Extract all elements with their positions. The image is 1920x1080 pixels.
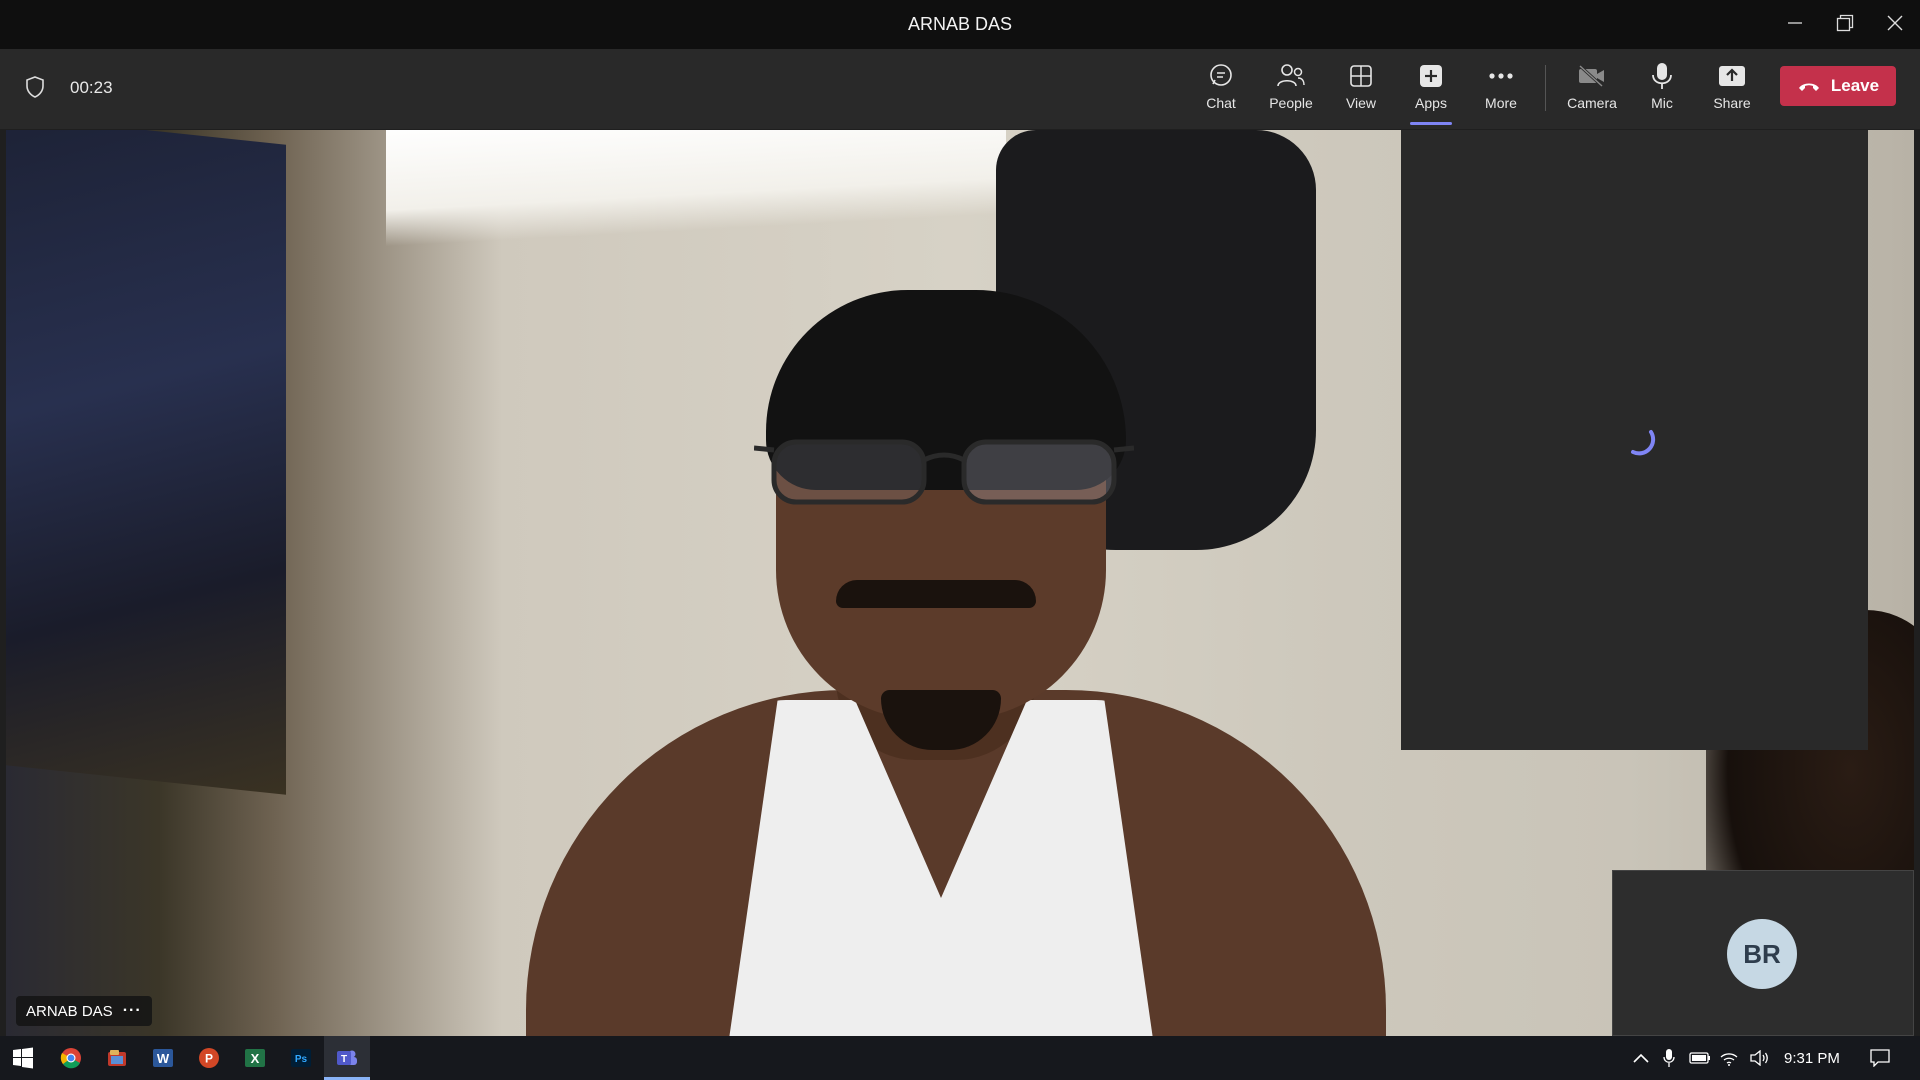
apps-plus-icon xyxy=(1420,65,1442,87)
minimize-button[interactable] xyxy=(1772,0,1818,46)
chrome-icon xyxy=(60,1048,81,1069)
taskbar-file-manager[interactable] xyxy=(94,1036,140,1080)
view-label: View xyxy=(1345,95,1377,111)
taskbar-chrome[interactable] xyxy=(48,1036,94,1080)
photoshop-icon: Ps xyxy=(291,1049,311,1067)
tray-wifi[interactable] xyxy=(1718,1036,1740,1080)
excel-icon: X xyxy=(245,1049,265,1067)
mic-label: Mic xyxy=(1651,95,1673,111)
tray-battery[interactable] xyxy=(1688,1036,1712,1080)
toolbar-divider xyxy=(1545,65,1546,111)
people-label: People xyxy=(1269,95,1313,111)
svg-text:T: T xyxy=(341,1054,347,1065)
file-manager-icon xyxy=(108,1050,126,1066)
apps-button[interactable]: Apps xyxy=(1398,61,1464,125)
tray-overflow-button[interactable] xyxy=(1630,1036,1652,1080)
share-button[interactable]: Share xyxy=(1699,61,1765,121)
teams-icon: T xyxy=(337,1050,357,1065)
chevron-up-icon xyxy=(1633,1053,1649,1063)
title-bar: ARNAB DAS xyxy=(0,0,1920,49)
start-button[interactable] xyxy=(0,1036,46,1080)
more-button[interactable]: More xyxy=(1468,61,1534,121)
participant-tile[interactable]: BR xyxy=(1612,870,1914,1036)
taskbar-teams[interactable]: T xyxy=(324,1036,370,1080)
tray-mic[interactable] xyxy=(1658,1036,1680,1080)
tray-volume[interactable] xyxy=(1748,1036,1772,1080)
taskbar-word[interactable]: W xyxy=(140,1036,186,1080)
mic-button[interactable]: Mic xyxy=(1629,61,1695,121)
chat-label: Chat xyxy=(1206,95,1236,111)
taskbar-excel[interactable]: X xyxy=(232,1036,278,1080)
loading-spinner-icon xyxy=(1631,430,1656,456)
svg-text:Ps: Ps xyxy=(295,1054,308,1065)
camera-label: Camera xyxy=(1567,95,1617,111)
taskbar-clock[interactable]: 9:31 PM xyxy=(1784,1050,1840,1067)
taskbar: W P X Ps T 9:31 PM xyxy=(0,1036,1920,1080)
battery-icon xyxy=(1689,1052,1710,1064)
camera-off-icon xyxy=(1578,64,1604,88)
leave-button[interactable]: Leave xyxy=(1780,66,1896,106)
more-label: More xyxy=(1485,95,1517,111)
apps-panel xyxy=(1401,130,1868,750)
meeting-toolbar: 00:23 Chat People View Apps More Camera … xyxy=(0,49,1920,129)
call-timer: 00:23 xyxy=(70,78,113,97)
phone-hangup-icon xyxy=(1798,83,1819,91)
svg-text:P: P xyxy=(205,1052,213,1066)
taskbar-powerpoint[interactable]: P xyxy=(186,1036,232,1080)
powerpoint-icon: P xyxy=(199,1048,219,1068)
svg-text:X: X xyxy=(251,1051,260,1066)
minimize-icon xyxy=(1788,22,1802,24)
taskbar-photoshop[interactable]: Ps xyxy=(278,1036,324,1080)
close-icon xyxy=(1887,15,1903,31)
participant-options-button[interactable]: ··· xyxy=(123,1002,142,1020)
camera-button[interactable]: Camera xyxy=(1559,61,1625,121)
word-icon: W xyxy=(153,1049,173,1067)
share-icon xyxy=(1719,66,1745,86)
window-title: ARNAB DAS xyxy=(907,14,1013,34)
more-dots-icon xyxy=(1489,73,1513,79)
mic-icon xyxy=(1652,63,1672,89)
svg-text:W: W xyxy=(157,1051,170,1066)
mic-icon xyxy=(1663,1049,1675,1067)
speaker-name: ARNAB DAS xyxy=(26,1002,113,1020)
share-label: Share xyxy=(1713,95,1751,111)
people-icon xyxy=(1277,64,1305,87)
view-grid-icon xyxy=(1350,65,1372,87)
people-button[interactable]: People xyxy=(1258,61,1324,121)
notification-center-button[interactable] xyxy=(1864,1036,1896,1080)
windows-start-icon xyxy=(13,1047,33,1069)
speaker-name-badge: ARNAB DAS ··· xyxy=(16,996,152,1026)
close-window-button[interactable] xyxy=(1872,0,1918,46)
restore-icon xyxy=(1836,14,1854,32)
shield-icon xyxy=(26,76,44,98)
wifi-icon xyxy=(1720,1053,1738,1066)
volume-icon xyxy=(1750,1050,1768,1066)
chat-icon xyxy=(1210,64,1232,86)
leave-label: Leave xyxy=(1830,76,1880,95)
chat-button[interactable]: Chat xyxy=(1188,61,1254,121)
restore-button[interactable] xyxy=(1822,0,1868,46)
apps-label: Apps xyxy=(1415,95,1447,111)
notification-icon xyxy=(1870,1049,1890,1067)
avatar: BR xyxy=(1727,919,1797,989)
view-button[interactable]: View xyxy=(1328,61,1394,121)
